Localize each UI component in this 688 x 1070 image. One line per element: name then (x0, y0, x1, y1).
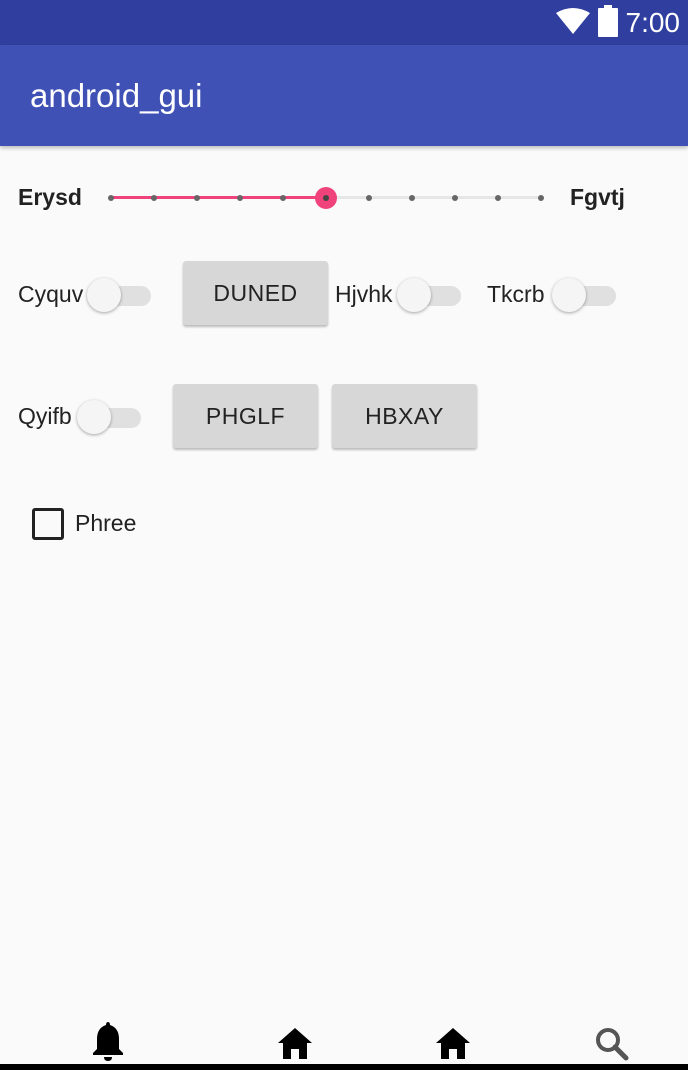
seekbar-tick (409, 195, 415, 201)
switch-thumb (552, 278, 586, 312)
status-icons: 7:00 (555, 4, 681, 42)
switch-tkcrb-label: Tkcrb (487, 281, 545, 307)
status-bar: 7:00 (0, 0, 688, 45)
switch-qyifb[interactable] (77, 400, 141, 434)
search-icon[interactable] (595, 1027, 629, 1066)
seekbar-thumb[interactable] (315, 187, 337, 209)
phglf-button[interactable]: PHGLF (173, 384, 318, 448)
wifi-icon (555, 7, 590, 39)
bottom-divider (0, 1064, 688, 1070)
switch-thumb (397, 278, 431, 312)
switch-cyquv[interactable] (87, 278, 151, 312)
seekbar-left-label: Erysd (18, 184, 82, 210)
switch-thumb (87, 278, 121, 312)
seekbar-track (327, 196, 541, 199)
seekbar-thumb-core (323, 195, 329, 201)
switch-hjvhk[interactable] (397, 278, 461, 312)
phree-checkbox-label: Phree (75, 510, 137, 536)
switch-hjvhk-label: Hjvhk (335, 281, 393, 307)
seekbar-right-label: Fgvtj (570, 184, 625, 210)
seekbar-tick (495, 195, 501, 201)
seekbar-tick (366, 195, 372, 201)
app-bar: android_gui (0, 45, 688, 146)
seekbar-tick (151, 195, 157, 201)
seekbar-tick (280, 195, 286, 201)
switch-qyifb-label: Qyifb (18, 403, 72, 429)
seekbar-tick (108, 195, 114, 201)
seekbar-tick (237, 195, 243, 201)
switch-cyquv-label: Cyquv (18, 281, 84, 307)
switch-tkcrb[interactable] (552, 278, 616, 312)
phree-checkbox[interactable] (32, 508, 64, 540)
battery-icon (597, 4, 618, 42)
seekbar-tick (194, 195, 200, 201)
seekbar-tick (452, 195, 458, 201)
status-time: 7:00 (625, 7, 681, 38)
hbxay-button[interactable]: HBXAY (332, 384, 477, 448)
seekbar-tick (538, 195, 544, 201)
bell-icon[interactable] (92, 1020, 124, 1067)
switch-thumb (77, 400, 111, 434)
duned-button[interactable]: DUNED (183, 261, 328, 325)
seekbar-progress (111, 196, 327, 199)
app-title: android_gui (30, 77, 203, 114)
home-icon[interactable] (277, 1026, 313, 1065)
home-icon[interactable] (435, 1026, 471, 1065)
